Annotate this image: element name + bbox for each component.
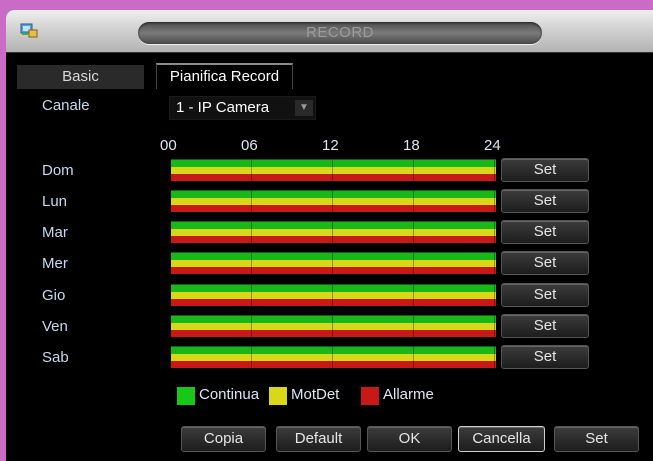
day-label-mer: Mer: [42, 255, 68, 272]
hour-label: 12: [322, 137, 339, 154]
cancel-button[interactable]: Cancella: [458, 426, 545, 452]
window-title: RECORD: [138, 22, 542, 44]
set-button-gio[interactable]: Set: [501, 283, 589, 307]
set-button-mar[interactable]: Set: [501, 220, 589, 244]
schedule-bar-dom[interactable]: [171, 159, 496, 181]
set-button[interactable]: Set: [554, 426, 639, 452]
title-bar: RECORD: [6, 10, 653, 53]
legend-swatch-allarme: [361, 387, 379, 405]
app-icon: [20, 23, 38, 38]
hour-label: 18: [403, 137, 420, 154]
hour-label: 06: [241, 137, 258, 154]
day-label-gio: Gio: [42, 287, 66, 304]
default-button[interactable]: Default: [276, 426, 361, 452]
set-button-dom[interactable]: Set: [501, 158, 589, 182]
set-button-ven[interactable]: Set: [501, 314, 589, 338]
legend-swatch-motdet: [269, 387, 287, 405]
day-label-ven: Ven: [42, 318, 68, 335]
hour-label: 00: [160, 137, 177, 154]
schedule-bar-sab[interactable]: [171, 346, 496, 368]
copy-button[interactable]: Copia: [181, 426, 266, 452]
schedule-bar-lun[interactable]: [171, 190, 496, 212]
legend-swatch-continua: [177, 387, 195, 405]
legend-label-continua: Continua: [199, 386, 260, 403]
day-label-dom: Dom: [42, 162, 74, 179]
schedule-bar-ven[interactable]: [171, 315, 496, 337]
tab-basic[interactable]: Basic: [17, 65, 144, 89]
set-button-mer[interactable]: Set: [501, 251, 589, 275]
channel-select-value: 1 - IP Camera: [176, 99, 270, 116]
tab-schedule[interactable]: Pianifica Record: [156, 63, 293, 89]
set-button-lun[interactable]: Set: [501, 189, 589, 213]
legend-label-allarme: Allarme: [383, 386, 434, 403]
channel-select[interactable]: 1 - IP Camera ▼: [169, 96, 316, 120]
hour-label: 24: [484, 137, 501, 154]
record-window: RECORD Basic Pianifica Record Canale 1 -…: [6, 10, 653, 461]
schedule-bar-gio[interactable]: [171, 284, 496, 306]
legend-label-motdet: MotDet: [291, 386, 340, 403]
schedule-bar-mer[interactable]: [171, 252, 496, 274]
day-label-sab: Sab: [42, 349, 69, 366]
channel-label: Canale: [42, 97, 90, 114]
day-label-lun: Lun: [42, 193, 68, 210]
ok-button[interactable]: OK: [367, 426, 452, 452]
day-label-mar: Mar: [42, 224, 68, 241]
set-button-sab[interactable]: Set: [501, 345, 589, 369]
schedule-bar-mar[interactable]: [171, 221, 496, 243]
chevron-down-icon[interactable]: ▼: [295, 100, 313, 116]
